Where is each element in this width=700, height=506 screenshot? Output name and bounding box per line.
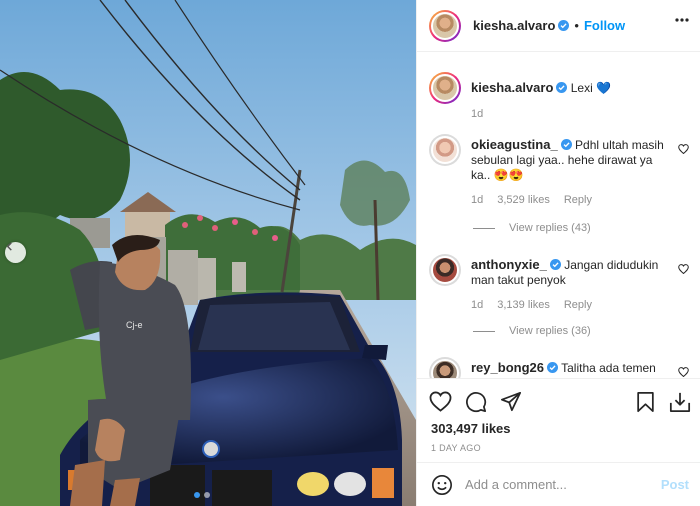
comments-list[interactable]: kiesha.alvaro Lexi 💙 1d okieagustina_ Pd… xyxy=(417,53,700,378)
verified-badge-icon xyxy=(556,82,568,93)
paper-plane-icon[interactable] xyxy=(500,391,522,412)
comment-likes[interactable]: 3,529 likes xyxy=(497,193,550,208)
commenter-avatar[interactable] xyxy=(429,254,461,286)
view-replies-label: View replies (43) xyxy=(509,222,591,234)
carousel-prev-button[interactable] xyxy=(5,242,26,263)
post-actions: 303,497 likes 1 DAY AGO xyxy=(417,378,700,462)
post-comment-button[interactable]: Post xyxy=(661,477,689,492)
likes-count[interactable]: 303,497 likes xyxy=(431,421,511,436)
comment-time[interactable]: 1d xyxy=(471,298,483,313)
commenter-username[interactable]: rey_bong26 xyxy=(471,360,544,375)
bookmark-icon[interactable] xyxy=(636,391,655,413)
post-timestamp[interactable]: 1 DAY AGO xyxy=(431,443,481,453)
heart-icon[interactable] xyxy=(678,264,689,274)
photo-scene: Cj-e xyxy=(0,0,416,506)
comment-item: anthonyxie_ Jangan didudukin man takut p… xyxy=(429,254,689,313)
author-avatar[interactable] xyxy=(429,9,461,42)
caption: kiesha.alvaro Lexi 💙 1d xyxy=(429,72,689,122)
author-username[interactable]: kiesha.alvaro xyxy=(473,18,555,33)
add-comment-bar: Post xyxy=(417,462,700,506)
chevron-left-icon xyxy=(6,242,12,251)
view-replies-button[interactable]: View replies (43) xyxy=(473,222,591,234)
caption-avatar[interactable] xyxy=(429,72,461,104)
reply-button[interactable]: Reply xyxy=(564,193,592,208)
comment-item: rey_bong26 Talitha ada temen xyxy=(429,357,689,378)
caption-time[interactable]: 1d xyxy=(471,107,483,122)
carousel-dot xyxy=(194,492,200,498)
heart-icon[interactable] xyxy=(678,144,689,154)
commenter-avatar[interactable] xyxy=(429,134,461,166)
post-photo[interactable]: Cj-e xyxy=(0,0,416,506)
more-options-icon[interactable] xyxy=(675,18,689,22)
comment-likes[interactable]: 3,139 likes xyxy=(497,298,550,313)
header-separator: • xyxy=(574,18,579,33)
commenter-username[interactable]: anthonyxie_ xyxy=(471,257,547,272)
comment-input[interactable] xyxy=(465,477,655,492)
view-replies-label: View replies (36) xyxy=(509,325,591,337)
replies-line xyxy=(473,330,495,332)
post-sidebar: kiesha.alvaro • Follow kiesha.alvaro Lex… xyxy=(416,0,700,506)
follow-button[interactable]: Follow xyxy=(584,18,625,33)
comment-icon[interactable] xyxy=(465,391,487,413)
smiley-icon[interactable] xyxy=(431,474,453,496)
carousel-dot xyxy=(204,492,210,498)
post-header: kiesha.alvaro • Follow xyxy=(417,0,700,52)
reply-button[interactable]: Reply xyxy=(564,298,592,313)
verified-badge-icon xyxy=(546,362,558,373)
shirt-print: Cj-e xyxy=(126,320,143,330)
heart-icon[interactable] xyxy=(429,391,452,412)
blue-heart-emoji: 💙 xyxy=(596,81,612,95)
verified-badge-icon xyxy=(560,139,572,150)
caption-text: Lexi xyxy=(570,81,593,95)
caption-username[interactable]: kiesha.alvaro xyxy=(471,80,553,95)
comment-item: okieagustina_ Pdhl ultah masih sebulan l… xyxy=(429,134,689,208)
comment-time[interactable]: 1d xyxy=(471,193,483,208)
view-replies-button[interactable]: View replies (36) xyxy=(473,325,591,337)
commenter-username[interactable]: okieagustina_ xyxy=(471,137,558,152)
comment-text: Talitha ada temen xyxy=(561,361,656,375)
download-icon[interactable] xyxy=(669,391,691,413)
heart-icon[interactable] xyxy=(678,367,689,377)
verified-badge-icon xyxy=(549,259,561,270)
carousel-indicator xyxy=(194,492,210,498)
verified-badge-icon xyxy=(558,20,570,31)
commenter-avatar[interactable] xyxy=(429,357,461,378)
replies-line xyxy=(473,227,495,229)
